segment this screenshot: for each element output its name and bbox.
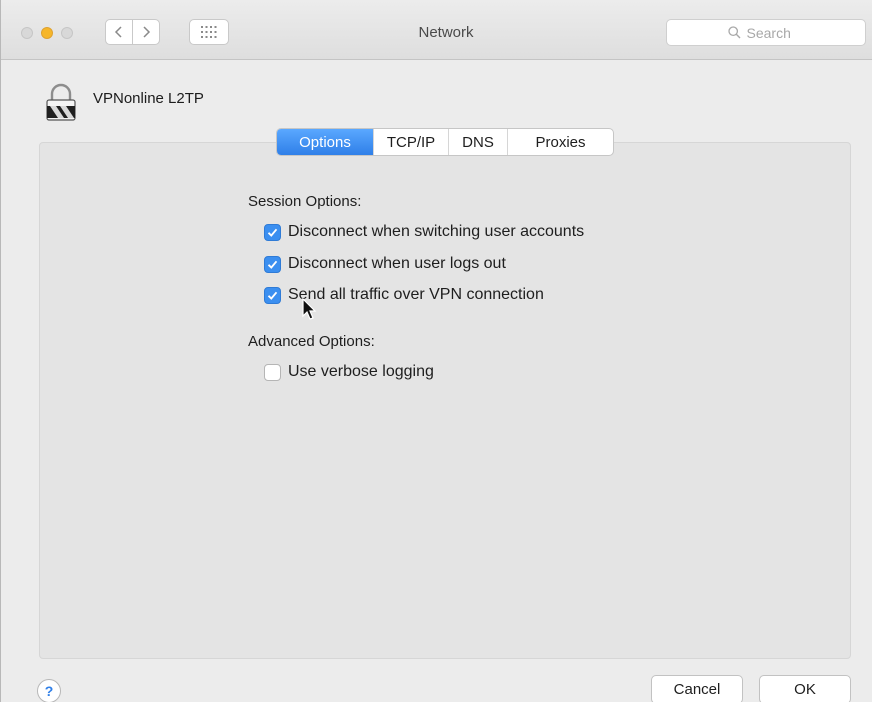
tab-proxies[interactable]: Proxies <box>507 129 613 155</box>
disconnect-logout-option[interactable]: Disconnect when user logs out <box>264 255 506 273</box>
tab-bar: Options TCP/IP DNS Proxies <box>276 128 614 156</box>
checkmark-icon <box>267 228 278 237</box>
cancel-button[interactable]: Cancel <box>651 675 743 702</box>
search-field[interactable] <box>666 19 866 46</box>
chevron-right-icon <box>143 26 151 38</box>
lock-icon <box>46 83 76 121</box>
forward-button[interactable] <box>132 19 160 45</box>
search-icon <box>727 26 740 39</box>
window-title: Network <box>418 24 474 41</box>
search-input[interactable] <box>746 24 805 41</box>
tab-dns[interactable]: DNS <box>448 129 507 155</box>
verbose-logging-label: Use verbose logging <box>288 363 434 380</box>
disconnect-switching-checkbox[interactable] <box>264 223 281 241</box>
checkmark-icon <box>267 260 278 269</box>
send-all-traffic-checkbox[interactable] <box>264 286 281 304</box>
disconnect-logout-label: Disconnect when user logs out <box>288 255 506 272</box>
send-all-traffic-label: Send all traffic over VPN connection <box>288 286 544 303</box>
chevron-left-icon <box>114 26 122 38</box>
options-panel <box>39 142 851 659</box>
grid-icon <box>201 26 217 38</box>
ok-button[interactable]: OK <box>759 675 851 702</box>
zoom-window-button[interactable] <box>61 27 73 39</box>
disconnect-logout-checkbox[interactable] <box>264 255 281 273</box>
verbose-logging-checkbox[interactable] <box>264 363 281 381</box>
minimize-window-button[interactable] <box>41 27 53 39</box>
show-all-button[interactable] <box>189 19 229 45</box>
connection-name: VPNonline L2TP <box>93 90 204 107</box>
tab-options[interactable]: Options <box>277 129 373 155</box>
checkmark-icon <box>267 291 278 300</box>
verbose-logging-option[interactable]: Use verbose logging <box>264 363 434 381</box>
close-window-button[interactable] <box>21 27 33 39</box>
help-button[interactable]: ? <box>37 679 61 702</box>
title-bar: Network <box>1 0 872 60</box>
disconnect-switching-option[interactable]: Disconnect when switching user accounts <box>264 223 584 241</box>
tab-tcp-ip[interactable]: TCP/IP <box>373 129 448 155</box>
advanced-options-heading: Advanced Options: <box>248 333 375 350</box>
disconnect-switching-label: Disconnect when switching user accounts <box>288 223 585 240</box>
mouse-pointer-icon <box>302 298 317 320</box>
session-options-heading: Session Options: <box>248 193 362 210</box>
network-preferences-window: Network VPNonline L2TP Options TCP/IP DN… <box>0 0 872 702</box>
back-button[interactable] <box>105 19 133 45</box>
